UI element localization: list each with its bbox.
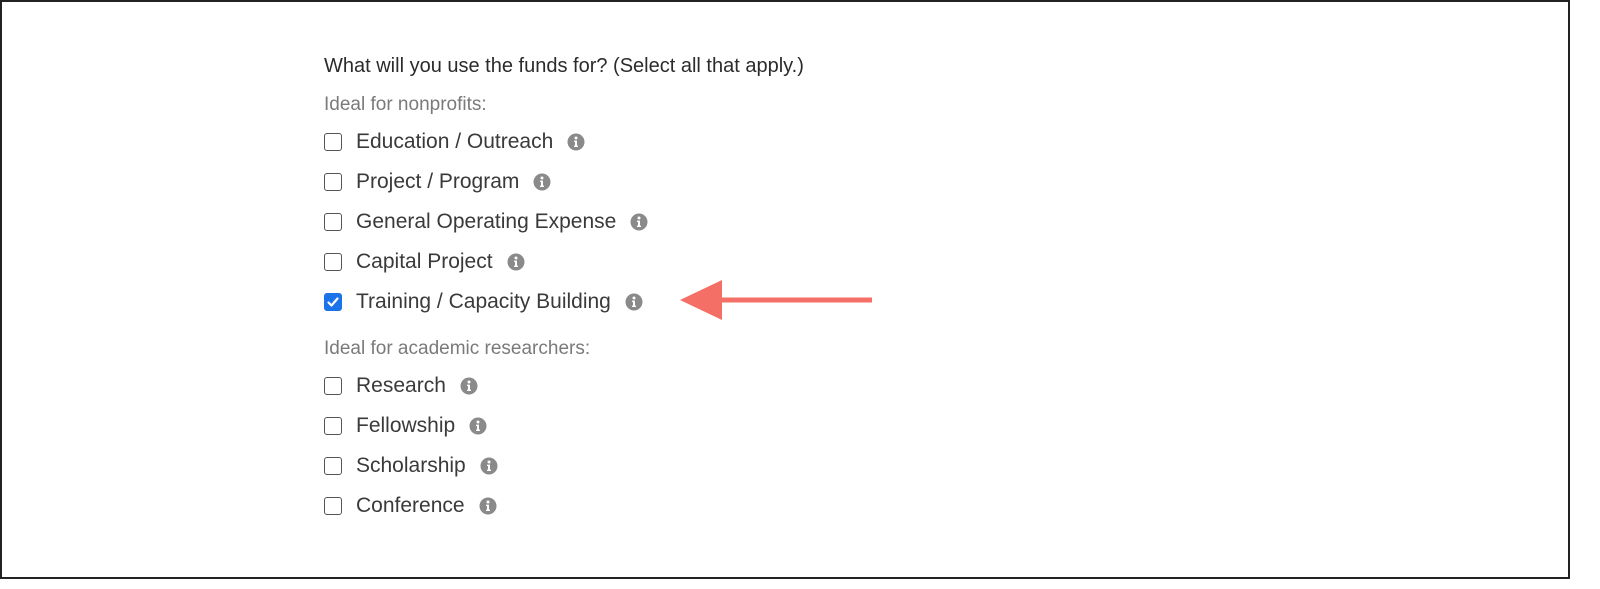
checkbox[interactable] — [324, 457, 342, 475]
checkbox[interactable] — [324, 173, 342, 191]
option-label[interactable]: General Operating Expense — [356, 210, 616, 234]
option-label[interactable]: Education / Outreach — [356, 130, 553, 154]
arrow-head — [680, 280, 722, 320]
group-label-academic: Ideal for academic researchers: — [324, 338, 591, 359]
checkbox[interactable] — [324, 253, 342, 271]
left-arrow-icon — [678, 278, 878, 331]
option-capital-project[interactable]: Capital Project — [324, 242, 804, 282]
option-general-operating-expense[interactable]: General Operating Expense — [324, 202, 804, 242]
option-education-outreach[interactable]: Education / Outreach — [324, 122, 804, 162]
info-icon[interactable] — [507, 253, 525, 271]
info-icon[interactable] — [469, 417, 487, 435]
info-icon[interactable] — [460, 377, 478, 395]
checkbox[interactable] — [324, 133, 342, 151]
checkbox-checked[interactable] — [324, 293, 342, 311]
academic-options-group: Ideal for academic researchers: Research… — [324, 334, 804, 526]
option-scholarship[interactable]: Scholarship — [324, 446, 804, 486]
option-label[interactable]: Research — [356, 374, 446, 398]
info-icon[interactable] — [480, 457, 498, 475]
option-label[interactable]: Capital Project — [356, 250, 493, 274]
option-research[interactable]: Research — [324, 366, 804, 406]
option-label[interactable]: Project / Program — [356, 170, 519, 194]
info-icon[interactable] — [567, 133, 585, 151]
option-label[interactable]: Scholarship — [356, 454, 466, 478]
info-icon[interactable] — [533, 173, 551, 191]
option-conference[interactable]: Conference — [324, 486, 804, 526]
checkbox[interactable] — [324, 497, 342, 515]
checkbox[interactable] — [324, 417, 342, 435]
screenshot-frame: What will you use the funds for? (Select… — [0, 0, 1570, 579]
option-label[interactable]: Training / Capacity Building — [356, 290, 611, 314]
option-fellowship[interactable]: Fellowship — [324, 406, 804, 446]
checkbox[interactable] — [324, 213, 342, 231]
info-icon[interactable] — [630, 213, 648, 231]
option-label[interactable]: Conference — [356, 494, 465, 518]
option-label[interactable]: Fellowship — [356, 414, 455, 438]
info-icon[interactable] — [625, 293, 643, 311]
info-icon[interactable] — [479, 497, 497, 515]
form-question: What will you use the funds for? (Select… — [324, 55, 804, 77]
checkbox[interactable] — [324, 377, 342, 395]
option-project-program[interactable]: Project / Program — [324, 162, 804, 202]
group-label-nonprofits: Ideal for nonprofits: — [324, 94, 487, 115]
